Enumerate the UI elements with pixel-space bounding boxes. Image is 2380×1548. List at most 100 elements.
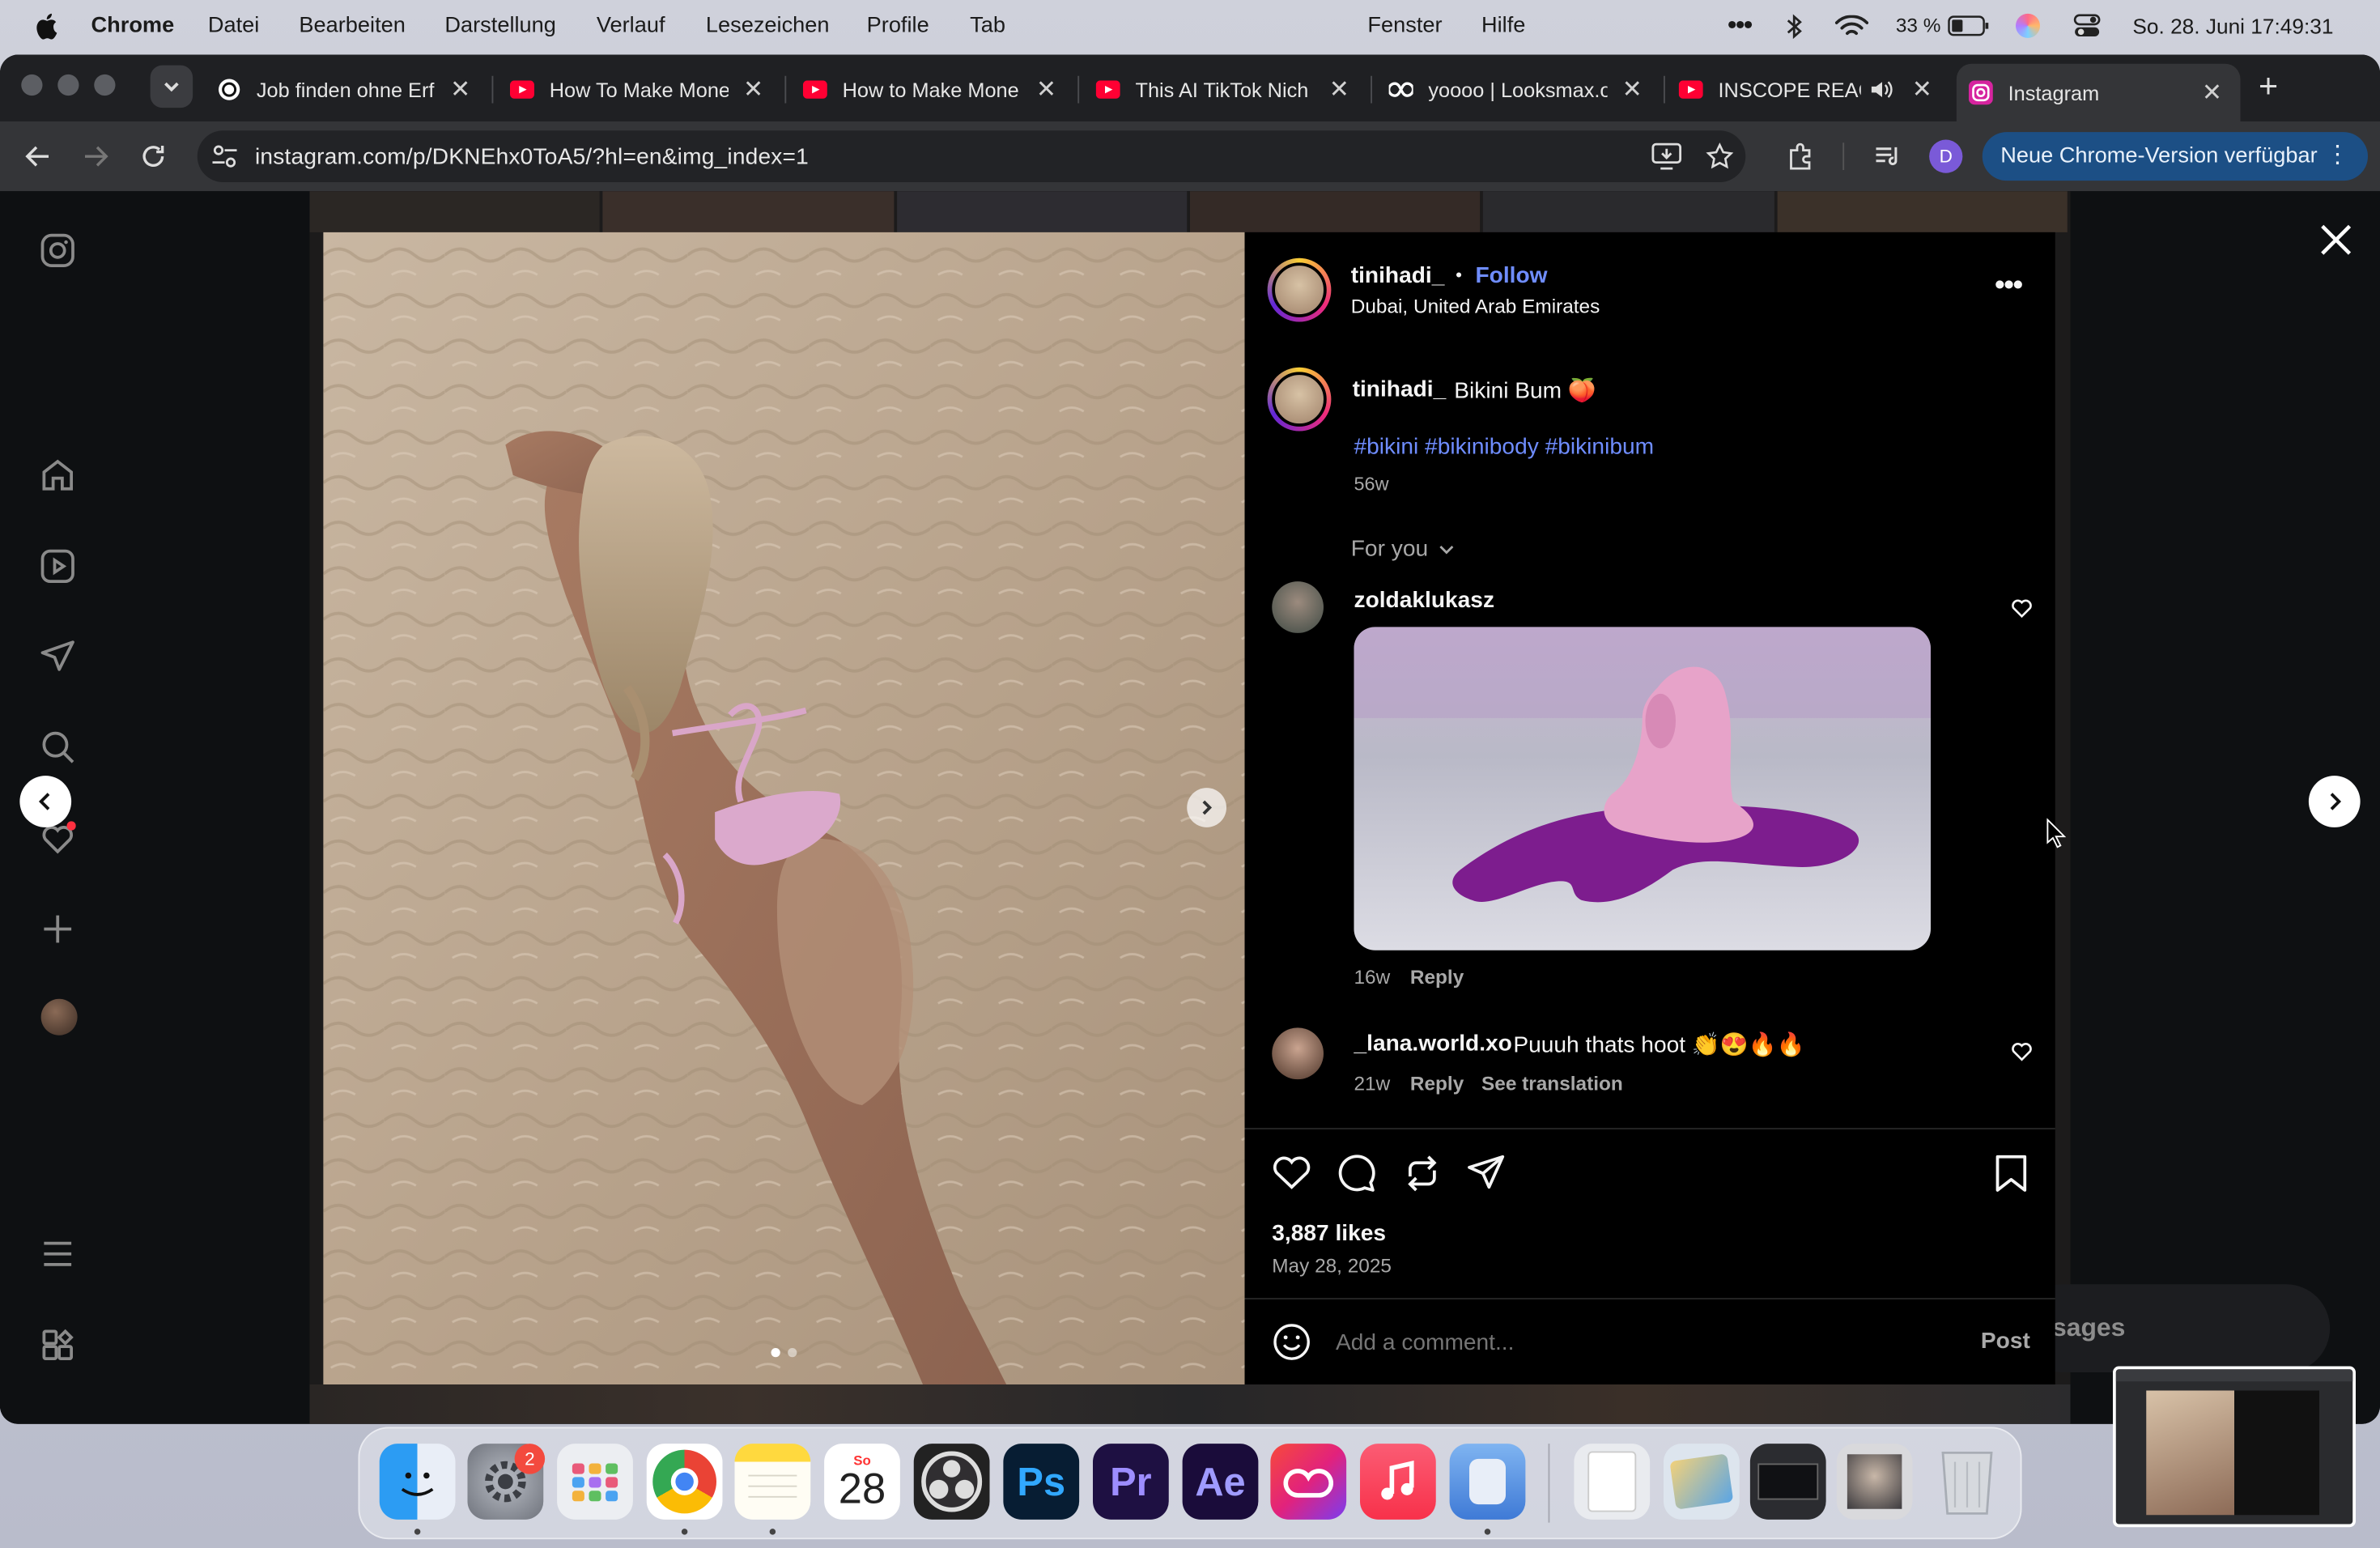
control-center-icon[interactable] <box>2073 14 2101 38</box>
profile-avatar-nav[interactable] <box>40 998 78 1036</box>
menu-darstellung[interactable]: Darstellung <box>444 14 556 38</box>
clock[interactable]: So. 28. Juni 17:49:31 <box>2132 14 2333 38</box>
bluetooth-icon[interactable] <box>1785 14 1804 40</box>
comment-like-icon[interactable] <box>2011 598 2032 619</box>
notes-icon[interactable] <box>734 1444 811 1520</box>
comment-gif[interactable] <box>1354 627 1931 950</box>
next-image-button[interactable] <box>1187 788 1226 827</box>
screenshot-thumbnail[interactable] <box>2113 1366 2356 1528</box>
music-icon[interactable] <box>1360 1444 1436 1520</box>
menu-tab[interactable]: Tab <box>970 14 1005 38</box>
close-icon[interactable]: ✕ <box>1036 74 1056 105</box>
after-effects-icon[interactable]: Ae <box>1182 1444 1259 1520</box>
emoji-icon[interactable] <box>1272 1322 1311 1362</box>
reload-icon[interactable] <box>140 142 168 170</box>
comment-like-icon[interactable] <box>2011 1041 2032 1061</box>
previous-post-button[interactable] <box>19 776 72 827</box>
save-bookmark-icon[interactable] <box>1995 1154 2028 1193</box>
apps-grid-icon[interactable] <box>40 1327 76 1363</box>
post-comment-button[interactable]: Post <box>1981 1329 2030 1354</box>
caption-avatar[interactable] <box>1272 372 1327 427</box>
post-image[interactable] <box>323 232 1245 1384</box>
siri-icon[interactable] <box>2016 13 2040 38</box>
tab-instagram[interactable]: Instagram ✕ <box>1956 63 2241 121</box>
see-translation-button[interactable]: See translation <box>1481 1072 1623 1095</box>
window-zoom-button[interactable] <box>94 74 116 96</box>
comment-input[interactable] <box>1336 1324 1913 1360</box>
close-icon[interactable]: ✕ <box>450 74 470 105</box>
menu-datei[interactable]: Datei <box>208 14 259 38</box>
close-icon[interactable]: ✕ <box>743 74 763 105</box>
reply-button[interactable]: Reply <box>1410 1072 1464 1095</box>
reels-icon[interactable] <box>40 548 76 585</box>
window-minimize-button[interactable] <box>57 74 79 96</box>
tab-youtube-2[interactable]: How to Make Mone ✕ <box>794 64 1075 116</box>
comment-username[interactable]: _lana.world.xo <box>1354 1031 1512 1057</box>
forward-icon[interactable] <box>82 144 109 168</box>
next-post-button[interactable] <box>2308 776 2361 827</box>
author-username[interactable]: tinihadi_ <box>1351 262 1445 288</box>
address-bar[interactable]: instagram.com/p/DKNEhx0ToA5/?hl=en&img_i… <box>197 130 1746 182</box>
tab-search-button[interactable] <box>150 65 193 108</box>
likes-count[interactable]: 3,887 likes <box>1272 1221 1386 1247</box>
close-modal-icon[interactable] <box>2318 222 2354 258</box>
instagram-logo-icon[interactable] <box>40 232 76 269</box>
menu-hilfe[interactable]: Hilfe <box>1481 14 1525 38</box>
menu-fenster[interactable]: Fenster <box>1367 14 1442 38</box>
search-icon[interactable] <box>40 729 76 765</box>
back-icon[interactable] <box>24 144 52 168</box>
close-icon[interactable]: ✕ <box>1622 74 1643 105</box>
window-close-button[interactable] <box>21 74 43 96</box>
photoshop-icon[interactable]: Ps <box>1003 1444 1080 1520</box>
obs-icon[interactable] <box>913 1444 990 1520</box>
chevron-down-icon[interactable] <box>1438 542 1456 557</box>
wifi-icon[interactable] <box>1834 15 1869 38</box>
chrome-icon[interactable] <box>646 1444 723 1520</box>
caption-username[interactable]: tinihadi_ <box>1353 376 1447 402</box>
calendar-icon[interactable]: So 28 <box>824 1444 900 1520</box>
close-icon[interactable]: ✕ <box>2202 78 2222 108</box>
messages-pill[interactable]: sages <box>2018 1284 2331 1372</box>
tab-looksmax[interactable]: yoooo | Looksmax.o ✕ <box>1379 64 1660 116</box>
launchpad-icon[interactable] <box>557 1444 633 1520</box>
photo-thumbnail-icon[interactable] <box>1836 1444 1913 1520</box>
tab-inscope[interactable]: INSCOPE REAC ✕ <box>1670 64 1951 116</box>
follow-button[interactable]: Follow <box>1476 262 1548 288</box>
premiere-icon[interactable]: Pr <box>1093 1444 1169 1520</box>
screens-icon[interactable] <box>1749 1444 1826 1520</box>
share-send-icon[interactable] <box>1466 1154 1506 1190</box>
messages-send-icon[interactable] <box>40 638 76 674</box>
commenter-avatar[interactable] <box>1272 1027 1324 1080</box>
home-icon[interactable] <box>40 457 76 493</box>
finder-icon[interactable] <box>379 1444 456 1520</box>
speaker-icon[interactable] <box>1870 79 1894 100</box>
more-dots-icon[interactable]: ••• <box>1728 9 1753 40</box>
menu-profile[interactable]: Profile <box>867 14 929 38</box>
extensions-icon[interactable] <box>1787 142 1814 170</box>
url-text[interactable]: instagram.com/p/DKNEhx0ToA5/?hl=en&img_i… <box>255 144 809 170</box>
author-avatar[interactable] <box>1272 262 1327 317</box>
app-icon[interactable] <box>1449 1444 1526 1520</box>
http-file-icon[interactable] <box>1574 1444 1651 1520</box>
menu-lesezeichen[interactable]: Lesezeichen <box>706 14 830 38</box>
media-control-icon[interactable] <box>1873 142 1904 170</box>
menu-bearbeiten[interactable]: Bearbeiten <box>299 14 406 38</box>
create-plus-icon[interactable] <box>40 911 76 947</box>
tab-job-finden[interactable]: Job finden ohne Erf ✕ <box>208 64 489 116</box>
post-location[interactable]: Dubai, United Arab Emirates <box>1351 295 1600 317</box>
reply-button[interactable]: Reply <box>1410 966 1464 989</box>
more-options-icon[interactable]: ••• <box>1995 269 2024 304</box>
menu-app-name[interactable]: Chrome <box>91 14 175 38</box>
tab-youtube-3[interactable]: This AI TikTok Nich ✕ <box>1087 64 1368 116</box>
apple-icon[interactable] <box>36 12 61 40</box>
install-app-icon[interactable] <box>1651 142 1682 170</box>
menu-verlauf[interactable]: Verlauf <box>597 14 665 38</box>
repost-icon[interactable] <box>1403 1154 1443 1193</box>
battery-icon[interactable] <box>1948 15 1991 36</box>
like-heart-icon[interactable] <box>1272 1154 1311 1190</box>
trash-icon[interactable] <box>1929 1444 2005 1520</box>
close-icon[interactable]: ✕ <box>1329 74 1349 105</box>
profile-avatar[interactable]: D <box>1929 139 1963 173</box>
site-settings-icon[interactable] <box>211 144 239 168</box>
preview-icon[interactable] <box>1664 1444 1740 1520</box>
